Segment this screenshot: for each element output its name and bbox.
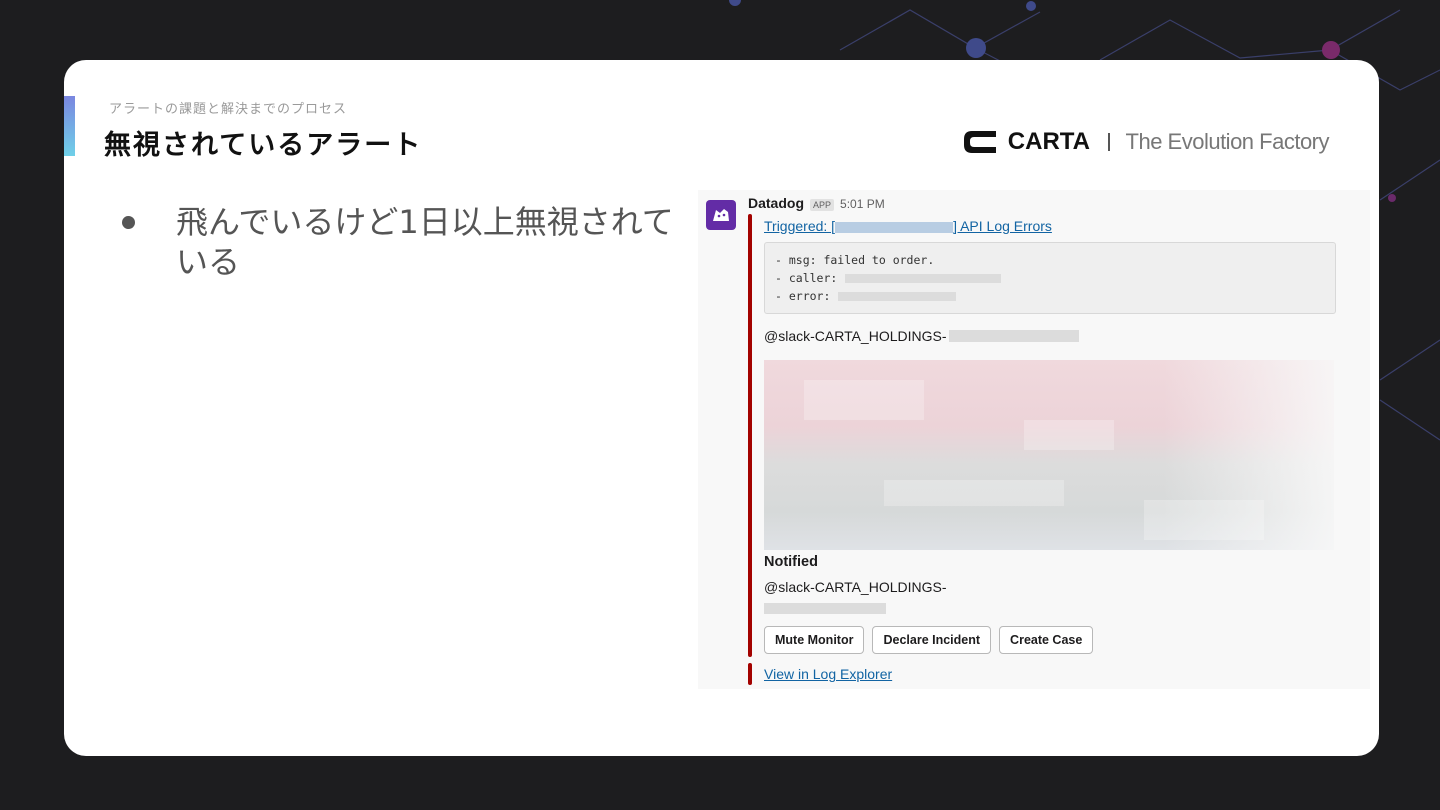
bullet-item: 飛んでいるけど1日以上無視されている [122,202,682,282]
code-line-text: - msg: failed to order. [775,253,935,267]
redacted-log-content [764,360,1334,550]
section-eyebrow: アラートの課題と解決までのプロセス [109,102,348,117]
bullet-dot-icon [122,216,135,229]
brand-tagline: The Evolution Factory [1125,129,1330,154]
brand-divider [1108,133,1110,151]
notified-mention[interactable]: @slack-CARTA_HOLDINGS- [764,576,947,598]
carta-logo-icon [963,131,996,153]
title-accent-bar [64,96,75,156]
redacted-error [838,291,957,301]
alert-title-link[interactable]: Triggered: [ ] API Log Errors [764,218,1052,234]
sender-name[interactable]: Datadog [748,195,804,211]
datadog-avatar-icon [706,200,736,230]
mention-text[interactable]: @slack-CARTA_HOLDINGS- [764,328,947,344]
message-header: Datadog APP 5:01 PM [748,195,885,211]
redacted-notified-suffix [764,603,886,614]
brand-name: CARTA [1007,128,1091,155]
code-line-msg: - msg: failed to order. [775,251,1325,269]
notified-heading: Notified [764,554,818,570]
code-line-text: - error: [775,289,831,303]
attachment-color-bar-footer [748,663,752,685]
slide-card: アラートの課題と解決までのプロセス 無視されているアラート CARTA The … [64,60,1379,756]
blur-tile [1024,420,1114,450]
bullet-list: 飛んでいるけど1日以上無視されている [122,202,682,282]
code-line-error: - error: [775,287,1325,305]
redacted-caller [845,273,1002,283]
alert-title-suffix: ] API Log Errors [953,218,1052,234]
attachment-color-bar [748,214,752,657]
create-case-button[interactable]: Create Case [999,626,1094,654]
code-line-text: - caller: [775,271,838,285]
redacted-monitor-name [835,221,954,233]
blur-tile [804,380,924,420]
brand-logo: CARTA The Evolution Factory [962,126,1330,158]
blur-tile [1144,500,1264,540]
declare-incident-button[interactable]: Declare Incident [872,626,992,654]
action-buttons: Mute Monitor Declare Incident Create Cas… [764,626,1094,654]
alert-title-prefix: Triggered: [ [764,218,836,234]
mute-monitor-button[interactable]: Mute Monitor [764,626,865,654]
redacted-mention-suffix [948,330,1079,342]
mention-line: @slack-CARTA_HOLDINGS- [764,328,1079,344]
view-in-log-explorer-link[interactable]: View in Log Explorer [764,666,892,682]
code-line-caller: - caller: [775,269,1325,287]
alert-code-block: - msg: failed to order. - caller: - erro… [764,242,1336,314]
bullet-text: 飛んでいるけど1日以上無視されている [176,203,674,281]
slide-title: 無視されているアラート [104,130,423,161]
blur-tile [884,480,1064,506]
message-time[interactable]: 5:01 PM [840,197,885,211]
notified-body: @slack-CARTA_HOLDINGS- [764,576,947,620]
app-badge: APP [810,199,835,211]
slack-message-screenshot: Datadog APP 5:01 PM Triggered: [ ] API Lo… [698,190,1370,689]
